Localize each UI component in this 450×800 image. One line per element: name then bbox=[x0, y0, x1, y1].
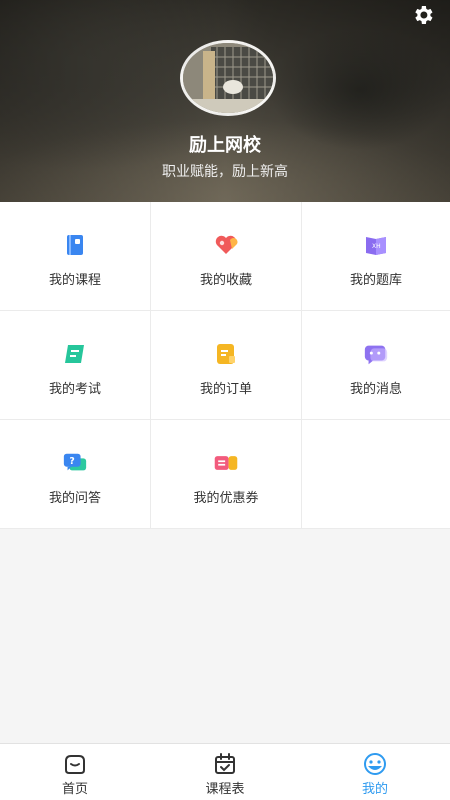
menu-item-label: 我的消息 bbox=[349, 382, 402, 397]
menu-item-label: 我的题库 bbox=[349, 273, 402, 288]
qa-icon: ? bbox=[62, 450, 88, 476]
menu-item-label: 我的优惠券 bbox=[193, 491, 259, 506]
menu-item-label: 我的课程 bbox=[48, 273, 101, 288]
question-bank-icon: XH bbox=[363, 232, 389, 258]
tab-mine[interactable]: 我的 bbox=[300, 744, 450, 800]
menu-grid: 我的课程 我的收藏 XH 我的题库 我的考试 我的订单 我的消息 ? 我的问答 … bbox=[0, 202, 450, 529]
book-icon bbox=[62, 232, 88, 258]
brand-title: 励上网校 bbox=[189, 135, 261, 156]
menu-empty-cell bbox=[302, 420, 450, 529]
menu-item-qa[interactable]: ? 我的问答 bbox=[0, 420, 151, 529]
menu-item-favorites[interactable]: 我的收藏 bbox=[151, 202, 302, 311]
bottom-tab-bar: 首页 课程表 我的 bbox=[0, 743, 450, 800]
menu-item-label: 我的收藏 bbox=[199, 273, 252, 288]
tab-label: 我的 bbox=[361, 782, 388, 797]
menu-item-messages[interactable]: 我的消息 bbox=[302, 311, 450, 420]
menu-item-orders[interactable]: 我的订单 bbox=[151, 311, 302, 420]
tab-label: 课程表 bbox=[205, 782, 245, 797]
avatar[interactable] bbox=[180, 40, 276, 116]
heart-icon bbox=[213, 232, 239, 258]
exam-icon bbox=[62, 341, 88, 367]
home-icon bbox=[62, 752, 88, 776]
menu-item-exams[interactable]: 我的考试 bbox=[0, 311, 151, 420]
menu-item-label: 我的订单 bbox=[199, 382, 252, 397]
brand-subtitle: 职业赋能，励上新高 bbox=[162, 164, 288, 180]
tab-home[interactable]: 首页 bbox=[0, 744, 150, 800]
message-icon bbox=[363, 341, 389, 367]
calendar-icon bbox=[212, 752, 238, 776]
menu-item-coupons[interactable]: 我的优惠券 bbox=[151, 420, 302, 529]
gear-icon bbox=[411, 3, 435, 31]
menu-item-question-bank[interactable]: XH 我的题库 bbox=[302, 202, 450, 311]
profile-icon bbox=[362, 752, 388, 776]
tab-label: 首页 bbox=[61, 782, 88, 797]
menu-item-label: 我的考试 bbox=[48, 382, 101, 397]
menu-item-courses[interactable]: 我的课程 bbox=[0, 202, 151, 311]
tab-schedule[interactable]: 课程表 bbox=[150, 744, 300, 800]
profile-header: 励上网校 职业赋能，励上新高 bbox=[0, 0, 450, 202]
svg-text:?: ? bbox=[69, 456, 74, 467]
settings-button[interactable] bbox=[410, 4, 436, 30]
menu-item-label: 我的问答 bbox=[48, 491, 101, 506]
coupon-icon bbox=[213, 450, 239, 476]
order-icon bbox=[213, 341, 239, 367]
svg-text:XH: XH bbox=[372, 243, 381, 250]
